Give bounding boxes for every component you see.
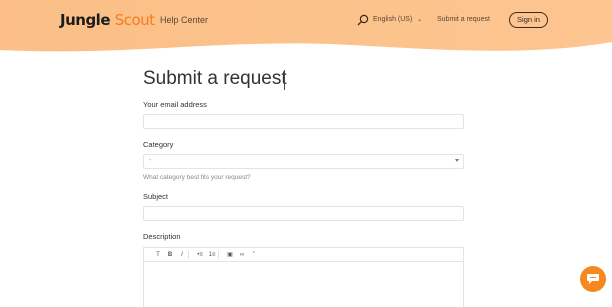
italic-button[interactable]: I <box>176 248 188 262</box>
subject-label: Subject <box>143 192 169 201</box>
jungle-scout-logo[interactable]: Jungle Scout <box>60 10 155 30</box>
submit-request-link[interactable]: Submit a request <box>437 16 490 23</box>
email-label: Your email address <box>143 100 207 109</box>
editor-toolbar: T B I •≡ 1≡ ▣ ∞ ” <box>143 247 464 261</box>
sign-in-button[interactable]: Sign in <box>509 12 548 28</box>
chat-icon <box>587 274 599 284</box>
language-selector[interactable]: English (US) ⌄ <box>373 16 422 23</box>
chat-widget-button[interactable] <box>580 266 606 292</box>
category-hint: What category best fits your request? <box>143 174 251 181</box>
text-cursor <box>284 70 285 90</box>
link-button[interactable]: ∞ <box>236 248 248 262</box>
search-icon[interactable] <box>357 14 369 26</box>
page-title: Submit a request <box>143 68 287 89</box>
description-editor[interactable] <box>143 261 464 307</box>
text-style-button[interactable]: T <box>152 248 164 262</box>
category-selected-value: - <box>149 157 152 164</box>
image-button[interactable]: ▣ <box>224 248 236 262</box>
subject-field[interactable] <box>143 206 464 221</box>
help-center-label[interactable]: Help Center <box>160 15 208 25</box>
bold-button[interactable]: B <box>164 248 176 262</box>
category-select[interactable]: - <box>143 154 464 169</box>
chevron-down-icon: ⌄ <box>417 17 423 23</box>
dropdown-arrow-icon <box>455 159 459 162</box>
bulleted-list-button[interactable]: •≡ <box>194 248 206 262</box>
numbered-list-button[interactable]: 1≡ <box>206 248 218 262</box>
logo-word-jungle: Jungle <box>60 11 111 29</box>
site-header: Jungle Scout Help Center English (US) ⌄ … <box>0 0 612 62</box>
description-label: Description <box>143 232 181 241</box>
logo-word-scout: Scout <box>114 11 155 29</box>
category-label: Category <box>143 140 174 149</box>
email-field[interactable] <box>143 114 464 129</box>
quote-button[interactable]: ” <box>248 248 260 262</box>
language-label: English (US) <box>373 16 413 23</box>
